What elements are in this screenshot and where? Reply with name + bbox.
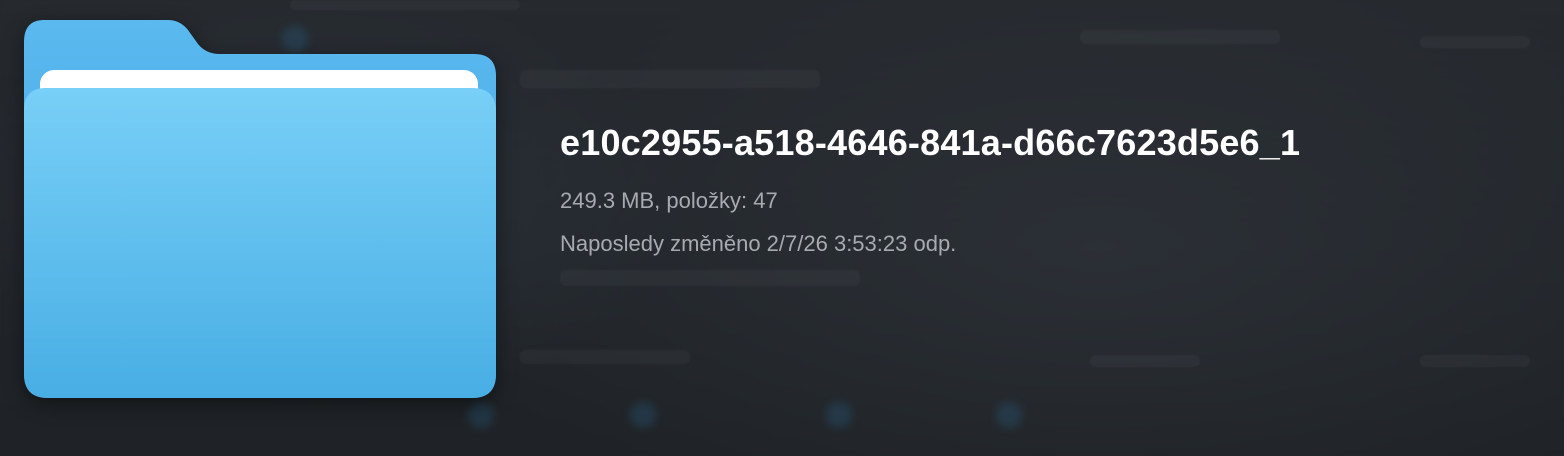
quick-look-preview: e10c2955-a518-4646-841a-d66c7623d5e6_1 2… bbox=[0, 0, 1564, 456]
file-size-items: 249.3 MB, položky: 47 bbox=[560, 188, 778, 213]
last-modified: Naposledy změněno 2/7/26 3:53:23 odp. bbox=[560, 231, 957, 256]
file-info: e10c2955-a518-4646-841a-d66c7623d5e6_1 2… bbox=[560, 121, 1300, 258]
folder-icon bbox=[22, 18, 498, 402]
file-name: e10c2955-a518-4646-841a-d66c7623d5e6_1 bbox=[560, 122, 1301, 163]
